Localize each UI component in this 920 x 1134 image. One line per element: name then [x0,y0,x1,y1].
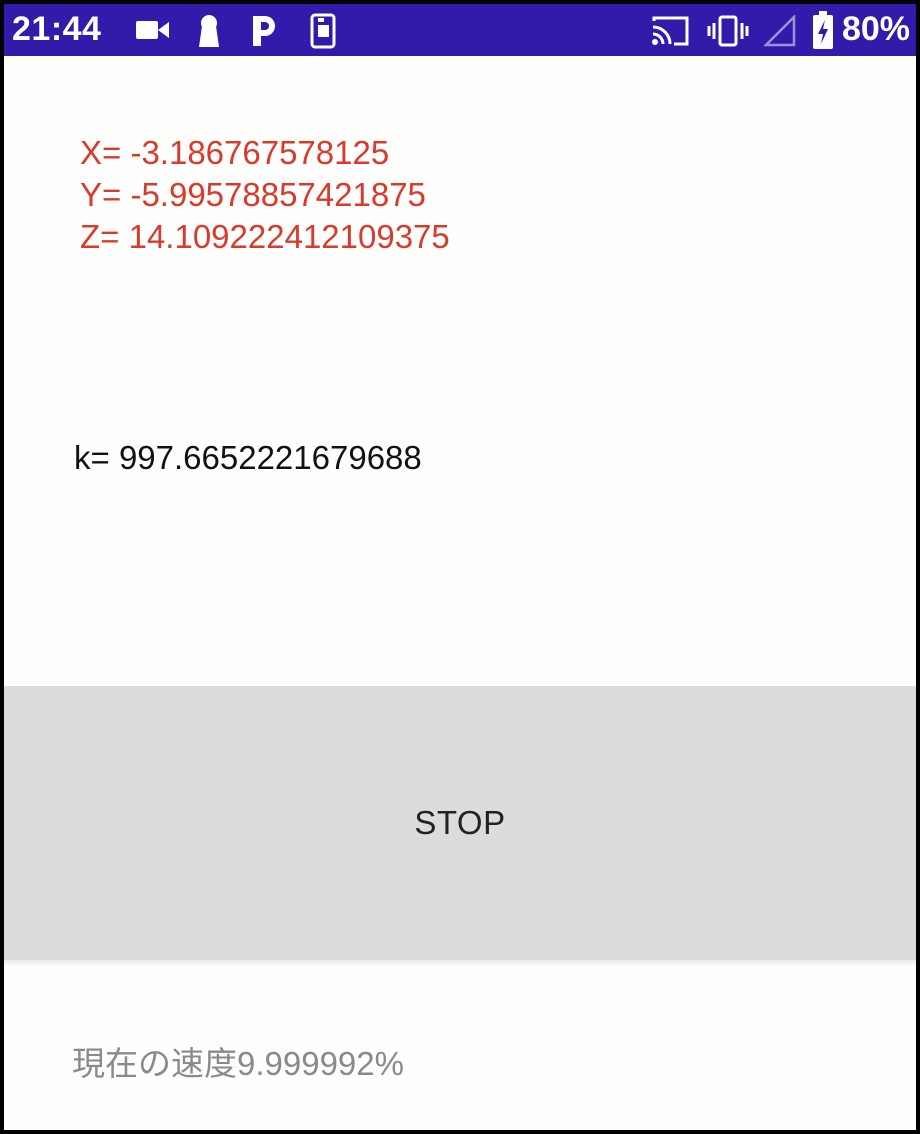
stop-button[interactable]: STOP [4,686,916,960]
z-value-text: Z= 14.109222412109375 [80,218,450,255]
parking-p-icon [250,14,278,53]
button-shadow [4,960,916,966]
status-time: 21:44 [12,10,102,48]
stop-button-label: STOP [414,804,506,841]
x-value-text: X= -3.186767578125 [80,134,390,171]
battery-charging-icon [812,10,834,55]
cast-icon [650,15,690,52]
app-screen: 21:44 80% X= -3.186767578125 Y= -5.99578… [0,0,920,1134]
k-value-text: k= 997.6652221679688 [74,439,422,476]
battery-percent: 80% [841,10,910,48]
accelerometer-readout: X= -3.186767578125 Y= -5.99578857421875 … [80,132,450,258]
keyhole-icon [197,14,221,53]
video-camera-icon [136,19,170,46]
vibrate-icon [707,15,749,52]
y-value-text: Y= -5.99578857421875 [80,176,426,213]
current-speed-text: 現在の速度9.999992% [72,1045,404,1082]
status-bar: 21:44 80% [4,4,916,56]
sim-card-icon [310,13,336,54]
signal-icon [762,13,796,52]
